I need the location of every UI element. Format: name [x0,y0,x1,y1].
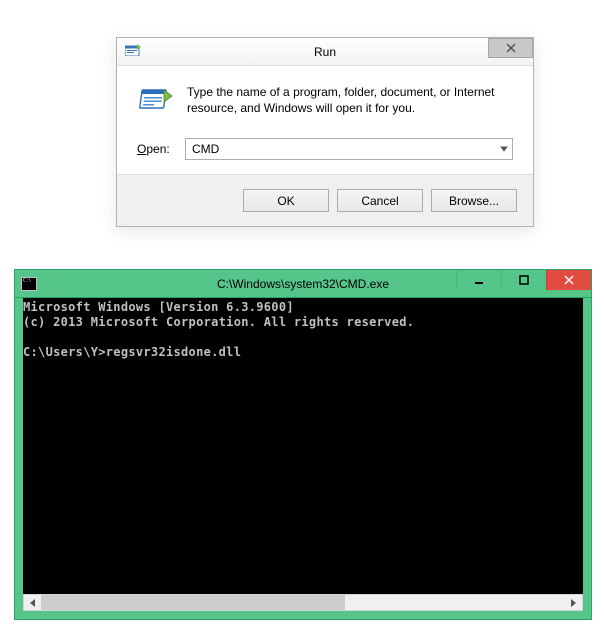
terminal-line: (c) 2013 Microsoft Corporation. All righ… [23,315,414,329]
triangle-right-icon [571,599,576,607]
run-body: Type the name of a program, folder, docu… [117,66,533,174]
close-button[interactable] [488,38,533,58]
triangle-left-icon [30,599,35,607]
run-dialog: Run [116,37,534,227]
terminal-prompt: C:\Users\Y> [23,345,106,359]
scrollbar-track[interactable] [41,595,565,610]
terminal-line: Microsoft Windows [Version 6.3.9600] [23,300,294,314]
close-button[interactable] [546,270,591,290]
run-title: Run [117,45,533,59]
browse-button[interactable]: Browse... [431,189,517,212]
maximize-button[interactable] [501,270,546,290]
scrollbar-thumb[interactable] [41,595,345,610]
scroll-left-button[interactable] [24,595,41,610]
cmd-window: C:\Windows\system32\CMD.exe Microsoft Wi… [14,269,592,620]
horizontal-scrollbar[interactable] [23,594,583,611]
open-combobox-value: CMD [192,142,219,156]
window-controls [456,270,591,290]
open-combobox[interactable]: CMD [185,138,513,160]
chevron-down-icon [500,147,508,152]
scroll-right-button[interactable] [565,595,582,610]
run-footer: OK Cancel Browse... [117,174,533,226]
open-label: Open: [137,142,173,156]
cancel-button[interactable]: Cancel [337,189,423,212]
cmd-titlebar[interactable]: C:\Windows\system32\CMD.exe [15,270,591,298]
run-description: Type the name of a program, folder, docu… [187,84,513,116]
run-dialog-icon [137,84,173,120]
minimize-button[interactable] [456,270,501,290]
terminal-command: regsvr32isdone.dll [106,345,241,359]
run-titlebar[interactable]: Run [117,38,533,66]
ok-button[interactable]: OK [243,189,329,212]
cmd-terminal[interactable]: Microsoft Windows [Version 6.3.9600] (c)… [23,298,583,594]
